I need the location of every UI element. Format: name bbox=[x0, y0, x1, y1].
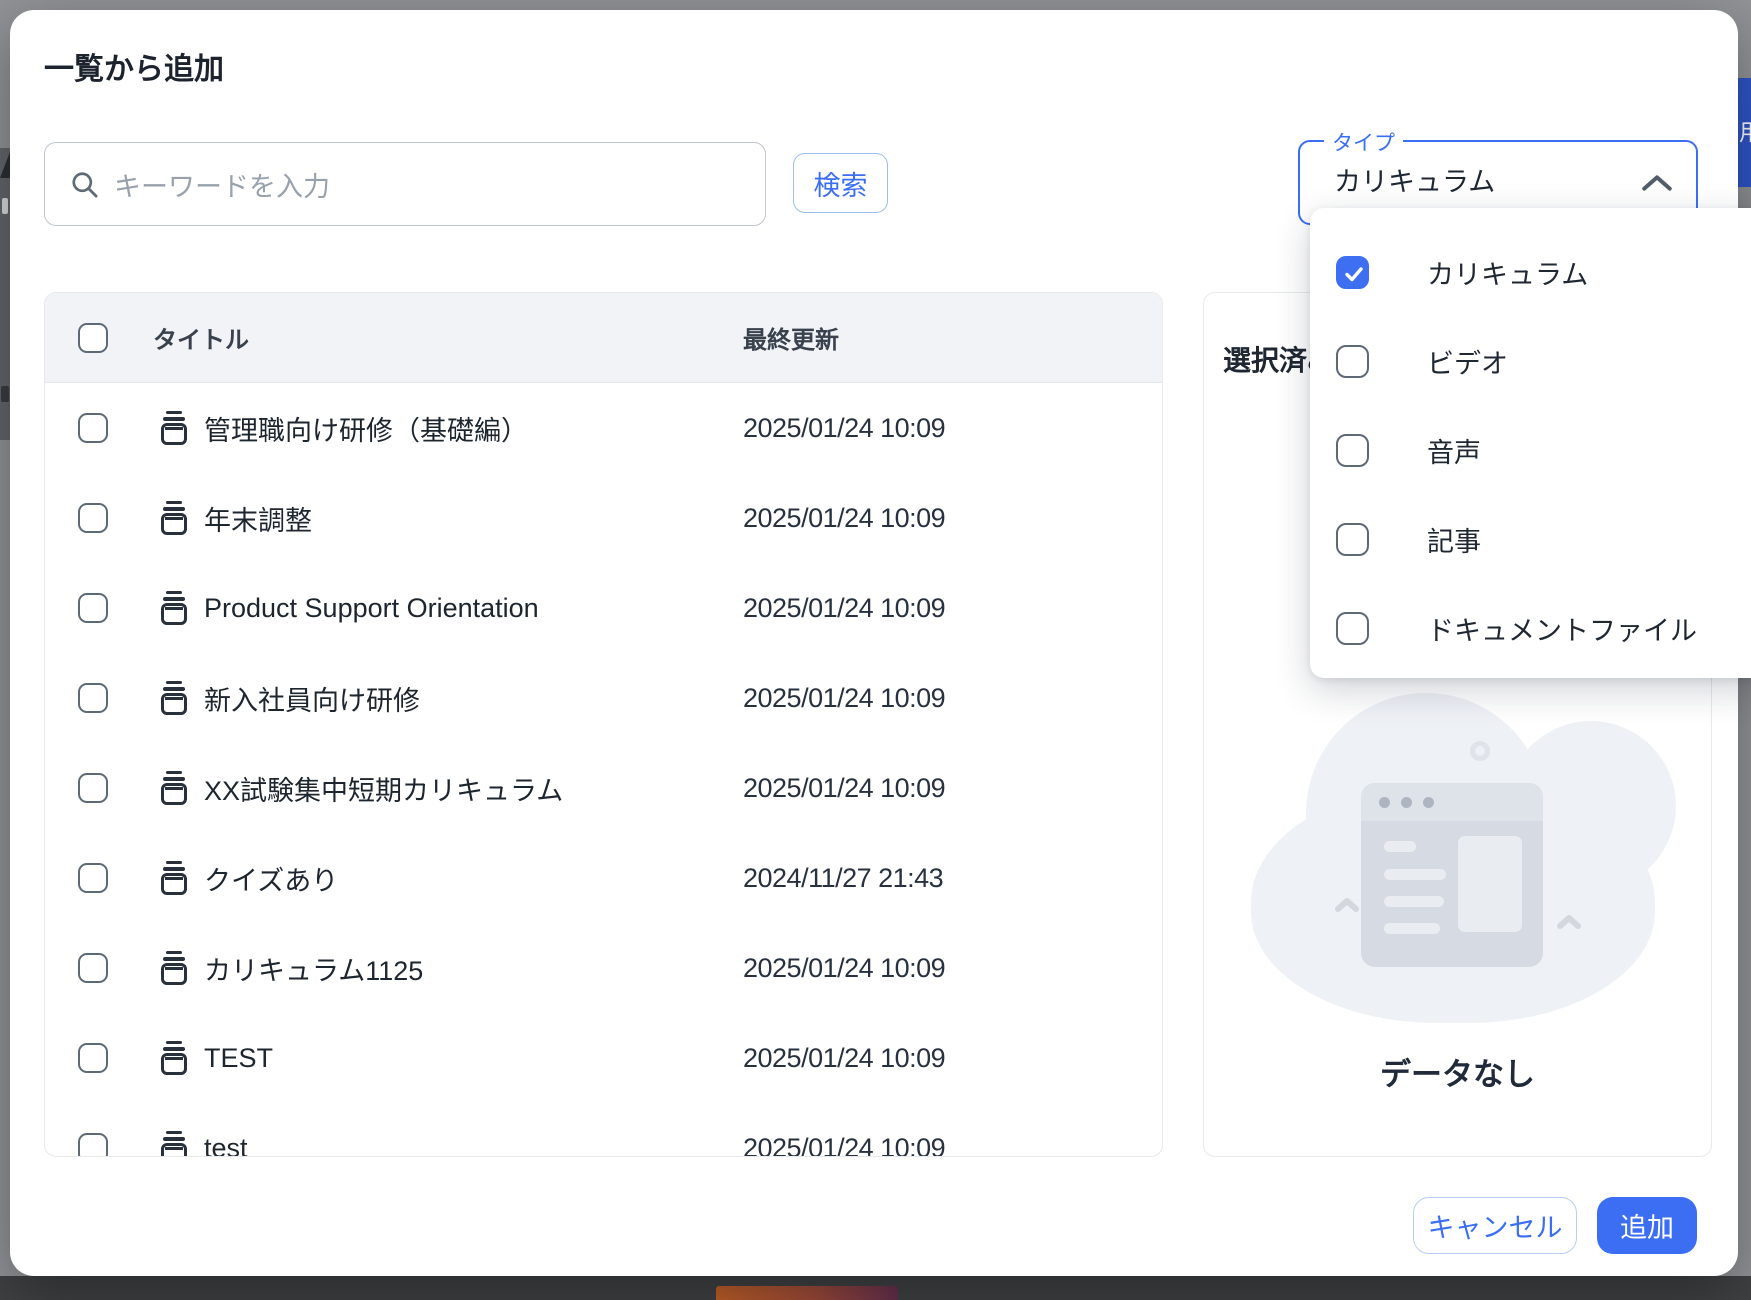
background-button-fragment: 用 bbox=[1738, 78, 1751, 187]
unchecked-checkbox[interactable] bbox=[1336, 434, 1369, 467]
row-checkbox[interactable] bbox=[78, 773, 108, 803]
row-updated: 2025/01/24 10:09 bbox=[743, 683, 945, 714]
add-from-list-dialog: 一覧から追加 キーワードを入力 検索 タイプ カリキュラム カリキュラムビデオ音… bbox=[10, 10, 1738, 1276]
row-title: TEST bbox=[204, 1043, 273, 1074]
background-shape bbox=[0, 152, 10, 178]
curriculum-icon bbox=[159, 951, 189, 985]
row-updated: 2025/01/24 10:09 bbox=[743, 593, 945, 624]
search-placeholder: キーワードを入力 bbox=[114, 165, 330, 204]
cancel-button[interactable]: キャンセル bbox=[1413, 1197, 1577, 1254]
table-row[interactable]: カリキュラム1125 2025/01/24 10:09 bbox=[45, 923, 1162, 1013]
type-option[interactable]: ドキュメントファイル bbox=[1310, 584, 1751, 673]
row-updated: 2025/01/24 10:09 bbox=[743, 413, 945, 444]
background-shape bbox=[2, 198, 8, 214]
decor-chevron-icon bbox=[1556, 915, 1582, 929]
empty-state-text: データなし bbox=[1204, 1049, 1711, 1094]
table-header-row: タイトル 最終更新 bbox=[45, 293, 1162, 383]
row-updated: 2025/01/24 10:09 bbox=[743, 953, 945, 984]
select-all-checkbox[interactable] bbox=[78, 323, 108, 353]
table-row[interactable]: 新入社員向け研修 2025/01/24 10:09 bbox=[45, 653, 1162, 743]
type-option-label: ビデオ bbox=[1427, 342, 1508, 381]
table-row[interactable]: test 2025/01/24 10:09 bbox=[45, 1103, 1162, 1157]
row-checkbox[interactable] bbox=[78, 503, 108, 533]
content-list-card: タイトル 最終更新 管理職向け研修（基礎編）2025/01/24 10:09年末… bbox=[44, 292, 1163, 1157]
background-shape bbox=[1, 386, 9, 402]
row-updated: 2024/11/27 21:43 bbox=[743, 863, 943, 894]
table-row[interactable]: Product Support Orientation 2025/01/24 10… bbox=[45, 563, 1162, 653]
row-checkbox[interactable] bbox=[78, 413, 108, 443]
unchecked-checkbox[interactable] bbox=[1336, 345, 1369, 378]
column-header-updated: 最終更新 bbox=[743, 320, 839, 355]
row-title: クイズあり bbox=[204, 859, 338, 898]
table-row[interactable]: TEST 2025/01/24 10:09 bbox=[45, 1013, 1162, 1103]
row-updated: 2025/01/24 10:09 bbox=[743, 773, 945, 804]
add-button[interactable]: 追加 bbox=[1597, 1197, 1697, 1254]
curriculum-icon bbox=[159, 681, 189, 715]
checked-checkbox[interactable] bbox=[1336, 256, 1369, 289]
table-row[interactable]: 管理職向け研修（基礎編） 2025/01/24 10:09 bbox=[45, 383, 1162, 473]
curriculum-icon bbox=[159, 861, 189, 895]
row-checkbox[interactable] bbox=[78, 863, 108, 893]
content-table-rows: 管理職向け研修（基礎編） 2025/01/24 10:09 年末調整 2025/01/… bbox=[45, 383, 1162, 1157]
type-option-label: 音声 bbox=[1427, 431, 1481, 470]
type-option[interactable]: 記事 bbox=[1310, 495, 1751, 584]
background-bar-fragment bbox=[716, 1286, 898, 1300]
row-checkbox[interactable] bbox=[78, 593, 108, 623]
curriculum-icon bbox=[159, 771, 189, 805]
dialog-title: 一覧から追加 bbox=[44, 44, 224, 88]
type-option-label: 記事 bbox=[1427, 520, 1481, 559]
row-title: カリキュラム1125 bbox=[204, 949, 423, 988]
row-checkbox[interactable] bbox=[78, 1133, 108, 1157]
row-title: 管理職向け研修（基礎編） bbox=[204, 409, 528, 448]
table-row[interactable]: クイズあり 2024/11/27 21:43 bbox=[45, 833, 1162, 923]
type-option-label: ドキュメントファイル bbox=[1427, 609, 1697, 648]
background-page-fragment-left bbox=[0, 148, 10, 440]
row-checkbox[interactable] bbox=[78, 1043, 108, 1073]
row-title: XX試験集中短期カリキュラム bbox=[204, 769, 563, 808]
chevron-up-icon bbox=[1640, 173, 1674, 198]
row-checkbox[interactable] bbox=[78, 953, 108, 983]
unchecked-checkbox[interactable] bbox=[1336, 523, 1369, 556]
type-option[interactable]: 音声 bbox=[1310, 406, 1751, 495]
decor-dot bbox=[1470, 741, 1490, 761]
column-header-title: タイトル bbox=[153, 320, 249, 355]
row-checkbox[interactable] bbox=[78, 683, 108, 713]
type-option-label: カリキュラム bbox=[1427, 253, 1588, 292]
type-dropdown-menu: カリキュラムビデオ音声記事ドキュメントファイル bbox=[1310, 208, 1751, 678]
keyword-search-input[interactable]: キーワードを入力 bbox=[44, 142, 766, 226]
type-option[interactable]: ビデオ bbox=[1310, 317, 1751, 406]
curriculum-icon bbox=[159, 1131, 189, 1157]
curriculum-icon bbox=[159, 411, 189, 445]
row-updated: 2025/01/24 10:09 bbox=[743, 1133, 945, 1158]
curriculum-icon bbox=[159, 501, 189, 535]
row-title: 年末調整 bbox=[204, 499, 312, 538]
table-row[interactable]: 年末調整 2025/01/24 10:09 bbox=[45, 473, 1162, 563]
unchecked-checkbox[interactable] bbox=[1336, 612, 1369, 645]
row-title: 新入社員向け研修 bbox=[204, 679, 420, 718]
table-row[interactable]: XX試験集中短期カリキュラム 2025/01/24 10:09 bbox=[45, 743, 1162, 833]
type-option[interactable]: カリキュラム bbox=[1310, 228, 1751, 317]
row-title: test bbox=[204, 1133, 248, 1158]
search-button[interactable]: 検索 bbox=[793, 153, 888, 213]
curriculum-icon bbox=[159, 1041, 189, 1075]
curriculum-icon bbox=[159, 591, 189, 625]
row-title: Product Support Orientation bbox=[204, 593, 539, 624]
row-updated: 2025/01/24 10:09 bbox=[743, 503, 945, 534]
search-icon bbox=[69, 169, 100, 200]
empty-state-window-icon bbox=[1361, 783, 1543, 967]
decor-chevron-icon bbox=[1334, 898, 1360, 912]
row-updated: 2025/01/24 10:09 bbox=[743, 1043, 945, 1074]
